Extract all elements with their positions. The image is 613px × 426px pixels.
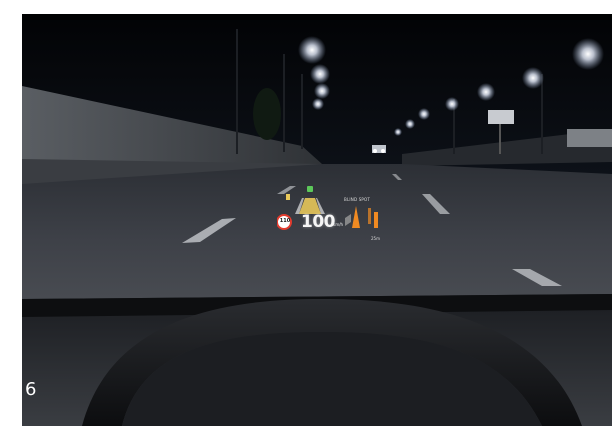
sign-post	[499, 124, 501, 154]
car-light	[381, 149, 385, 153]
speed-unit-label: km/h	[333, 222, 344, 227]
blind-spot-label: BLIND SPOT	[344, 197, 371, 202]
signal-icon	[286, 194, 290, 200]
right-building	[567, 129, 612, 147]
nav-turn-icon	[307, 186, 313, 192]
car-light	[373, 149, 377, 153]
distance-bar-icon	[374, 212, 378, 228]
speed-limit-value: 110	[279, 218, 291, 224]
tree	[253, 88, 281, 140]
road-sign-board	[488, 110, 514, 124]
mirror-icon	[345, 214, 351, 226]
hud-photo-frame: 110 100 km/h BLIND SPOT 25m	[22, 14, 612, 426]
blind-spot-warning-icon	[352, 206, 360, 228]
head-up-display	[277, 186, 378, 230]
distance-value: 25m	[371, 236, 380, 241]
current-speed-value: 100	[301, 212, 336, 232]
slide-number: 6	[25, 379, 37, 400]
